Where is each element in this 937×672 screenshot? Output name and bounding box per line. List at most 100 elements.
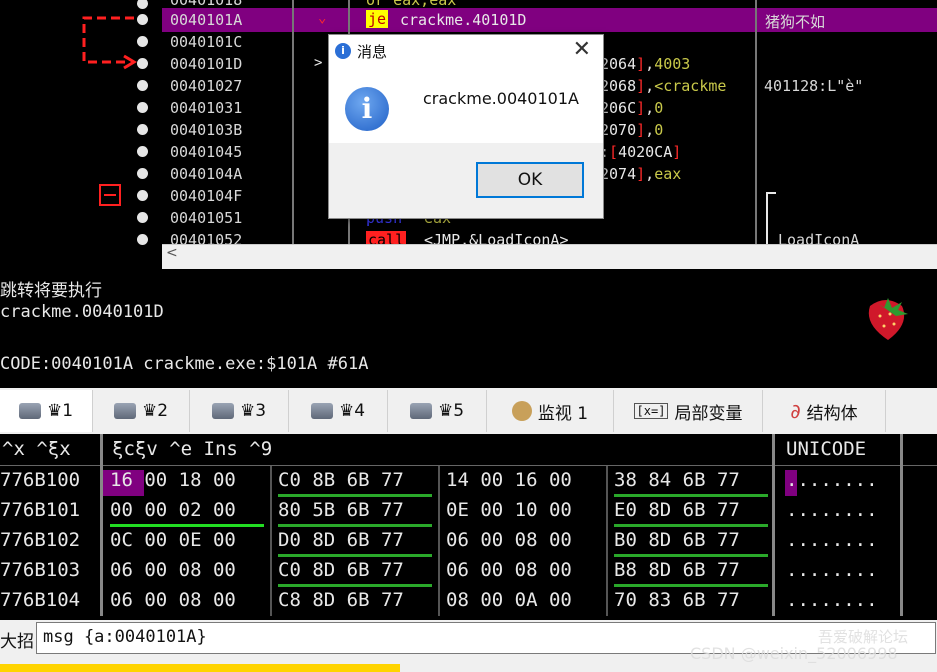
breakpoint-dot[interactable] bbox=[137, 212, 148, 223]
instruction-mnemonic[interactable]: je bbox=[366, 10, 389, 28]
column-divider[interactable] bbox=[292, 0, 294, 245]
breakpoint-dot[interactable] bbox=[137, 124, 148, 135]
tab-dump-5[interactable]: ♛5 bbox=[388, 390, 487, 432]
dump-bytes[interactable]: 08 00 0A 00 bbox=[446, 589, 572, 611]
address-cell[interactable]: 00401045 bbox=[170, 143, 242, 161]
instruction-operand[interactable]: 2064],4003 bbox=[600, 55, 690, 73]
dump-header[interactable]: ^x ^ξx ξcξv ^e Ins ^9 UNICODE bbox=[0, 434, 937, 466]
tab-dump-2[interactable]: ♛2 bbox=[93, 390, 190, 432]
address-cell[interactable]: 00401018 bbox=[170, 0, 242, 9]
dump-bytes[interactable]: 16 00 18 00 bbox=[110, 469, 236, 491]
address-cell[interactable]: 0040104F bbox=[170, 187, 242, 205]
tab-dump-3[interactable]: ♛3 bbox=[190, 390, 289, 432]
dump-unicode[interactable]: ........ bbox=[786, 469, 878, 491]
tab-dump-4[interactable]: ♛4 bbox=[289, 390, 388, 432]
dump-bytes[interactable]: E0 8D 6B 77 bbox=[614, 499, 740, 521]
dump-address[interactable]: 776B102 bbox=[0, 529, 80, 551]
dump-address[interactable]: 776B104 bbox=[0, 589, 80, 611]
table-row[interactable]: 776B104 06 00 08 00 C8 8D 6B 77 08 00 0A… bbox=[0, 586, 937, 616]
breakpoint-dot[interactable] bbox=[137, 146, 148, 157]
address-column[interactable]: 00401018 0040101A 0040101C 0040101D 0040… bbox=[162, 0, 292, 249]
collapse-icon[interactable] bbox=[99, 184, 121, 206]
breakpoint-dot[interactable] bbox=[137, 14, 148, 25]
address-cell[interactable]: 0040101C bbox=[170, 33, 242, 51]
dialog-title: 消息 bbox=[357, 43, 388, 61]
dump-bytes[interactable]: 14 00 16 00 bbox=[446, 469, 572, 491]
instruction-operand[interactable]: 2070],0 bbox=[600, 121, 663, 139]
breakpoint-dot[interactable] bbox=[137, 0, 148, 9]
dump-bytes[interactable]: 80 5B 6B 77 bbox=[278, 499, 404, 521]
address-cell[interactable]: 00401051 bbox=[170, 209, 242, 227]
dump-bytes[interactable]: 0E 00 10 00 bbox=[446, 499, 572, 521]
dump-bytes[interactable]: 70 83 6B 77 bbox=[614, 589, 740, 611]
scroll-left-icon[interactable]: < bbox=[166, 245, 178, 261]
breakpoint-dot[interactable] bbox=[137, 80, 148, 91]
breakpoint-dot[interactable] bbox=[137, 168, 148, 179]
instruction-operand[interactable]: 2074],eax bbox=[600, 165, 681, 183]
message-dialog[interactable]: i 消息 ✕ i crackme.0040101A OK bbox=[328, 34, 604, 219]
breakpoint-dot[interactable] bbox=[137, 102, 148, 113]
jump-arrow-icon bbox=[82, 16, 137, 70]
dump-bytes[interactable]: B8 8D 6B 77 bbox=[614, 559, 740, 581]
comment-cell[interactable]: 401128:L"è" bbox=[764, 77, 863, 95]
address-cell[interactable]: 0040103B bbox=[170, 121, 242, 139]
address-cell[interactable]: 0040104A bbox=[170, 165, 242, 183]
table-row[interactable]: 776B101 00 00 02 00 80 5B 6B 77 0E 00 10… bbox=[0, 496, 937, 527]
dump-bytes[interactable]: 06 00 08 00 bbox=[110, 559, 236, 581]
tab-locals[interactable]: [x=] 局部变量 bbox=[614, 390, 763, 432]
breakpoint-dot[interactable] bbox=[137, 36, 148, 47]
instruction-operand[interactable]: :[4020CA] bbox=[600, 143, 681, 161]
breakpoint-dot[interactable] bbox=[137, 58, 148, 69]
address-cell[interactable]: 0040101D bbox=[170, 55, 242, 73]
column-header-hex[interactable]: ξcξv ^e Ins ^9 bbox=[112, 438, 272, 460]
dump-unicode[interactable]: ........ bbox=[786, 589, 878, 611]
column-header-unicode[interactable]: UNICODE bbox=[786, 438, 866, 460]
instruction-operand[interactable]: 206C],0 bbox=[600, 99, 663, 117]
dump-panel[interactable]: 776B100 16 00 18 00 C0 8B 6B 77 14 00 16… bbox=[0, 466, 937, 616]
tab-watch-1[interactable]: 监视 1 bbox=[487, 390, 614, 432]
dump-address[interactable]: 776B100 bbox=[0, 469, 80, 491]
column-divider[interactable] bbox=[900, 434, 903, 616]
column-divider[interactable] bbox=[755, 0, 757, 245]
address-cell[interactable]: 0040101A bbox=[170, 11, 242, 29]
instruction-text[interactable]: or eax,eax bbox=[366, 0, 456, 9]
dump-bytes[interactable]: D0 8D 6B 77 bbox=[278, 529, 404, 551]
dump-unicode[interactable]: ........ bbox=[786, 529, 878, 551]
tab-bar[interactable]: ♛1 ♛2 ♛3 ♛4 ♛5 监视 1 [x=] 局部变量 ∂ 结构体 bbox=[0, 388, 937, 434]
dump-icon bbox=[211, 403, 234, 419]
ok-button[interactable]: OK bbox=[476, 162, 584, 198]
address-cell[interactable]: 00401031 bbox=[170, 99, 242, 117]
dump-bytes[interactable]: 06 00 08 00 bbox=[446, 559, 572, 581]
dump-bytes[interactable]: C0 8B 6B 77 bbox=[278, 469, 404, 491]
dump-unicode[interactable]: ........ bbox=[786, 559, 878, 581]
dump-bytes[interactable]: 00 00 02 00 bbox=[110, 499, 236, 521]
dump-bytes[interactable]: 0C 00 0E 00 bbox=[110, 529, 236, 551]
column-divider[interactable] bbox=[100, 434, 103, 616]
table-row[interactable]: 776B100 16 00 18 00 C0 8B 6B 77 14 00 16… bbox=[0, 466, 937, 497]
dump-address[interactable]: 776B103 bbox=[0, 559, 80, 581]
dump-bytes[interactable]: C8 8D 6B 77 bbox=[278, 589, 404, 611]
comment-cell[interactable]: 猪狗不如 bbox=[765, 11, 825, 32]
instruction-operand[interactable]: crackme.40101D bbox=[400, 11, 526, 29]
close-icon[interactable]: ✕ bbox=[573, 37, 591, 62]
dump-bytes[interactable]: 38 84 6B 77 bbox=[614, 469, 740, 491]
horizontal-scrollbar[interactable] bbox=[162, 244, 937, 269]
breakpoint-gutter[interactable] bbox=[0, 0, 160, 245]
column-divider[interactable] bbox=[772, 434, 775, 616]
breakpoint-dot[interactable] bbox=[137, 234, 148, 245]
dump-bytes[interactable]: B0 8D 6B 77 bbox=[614, 529, 740, 551]
tab-struct[interactable]: ∂ 结构体 bbox=[763, 390, 886, 432]
table-row[interactable]: 776B102 0C 00 0E 00 D0 8D 6B 77 06 00 08… bbox=[0, 526, 937, 557]
instruction-operand[interactable]: 2068],<crackme bbox=[600, 77, 726, 95]
address-cell[interactable]: 00401027 bbox=[170, 77, 242, 95]
byte-group-divider bbox=[438, 466, 440, 616]
breakpoint-dot[interactable] bbox=[137, 190, 148, 201]
column-header-address[interactable]: ^x ^ξx bbox=[2, 438, 71, 460]
dump-bytes[interactable]: 06 00 08 00 bbox=[110, 589, 236, 611]
dump-address[interactable]: 776B101 bbox=[0, 499, 80, 521]
dump-bytes[interactable]: C0 8D 6B 77 bbox=[278, 559, 404, 581]
tab-dump-1[interactable]: ♛1 bbox=[0, 390, 93, 432]
dump-bytes[interactable]: 06 00 08 00 bbox=[446, 529, 572, 551]
dump-unicode[interactable]: ........ bbox=[786, 499, 878, 521]
table-row[interactable]: 776B103 06 00 08 00 C0 8D 6B 77 06 00 08… bbox=[0, 556, 937, 587]
